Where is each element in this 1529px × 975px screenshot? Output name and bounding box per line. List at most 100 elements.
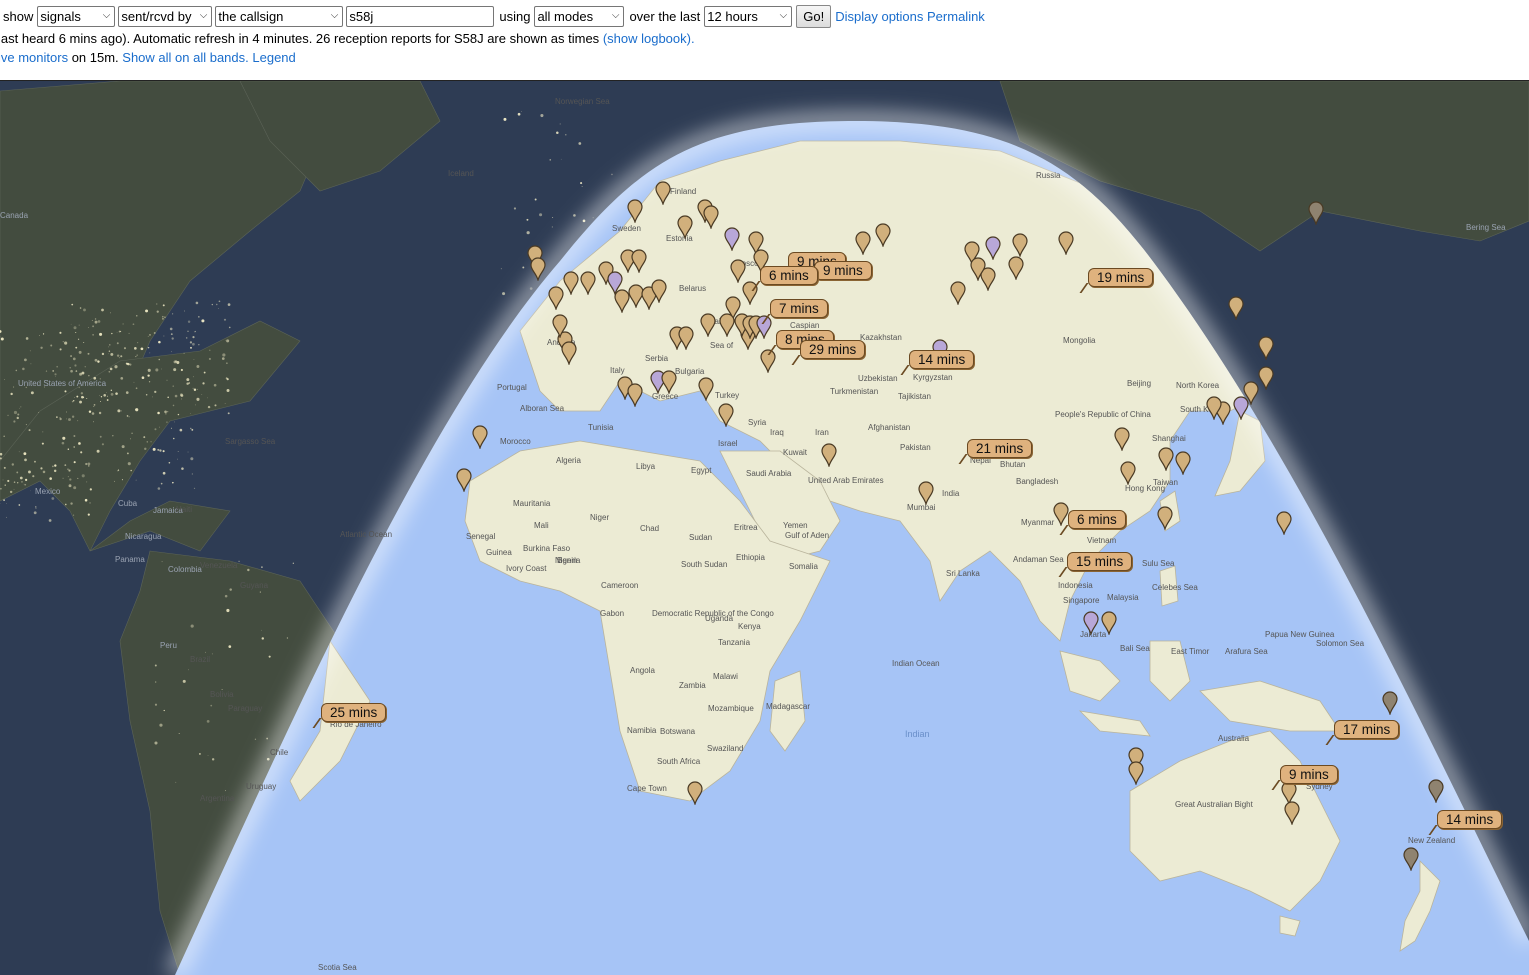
reception-pin-icon[interactable] bbox=[1083, 611, 1099, 635]
city-light bbox=[262, 637, 264, 639]
world-map[interactable]: Indian Norwegian SeaIcelandFinlandSweden… bbox=[0, 80, 1529, 975]
reception-pin-icon[interactable] bbox=[563, 271, 579, 295]
reception-pin-icon[interactable] bbox=[1157, 506, 1173, 530]
reception-pin-icon[interactable] bbox=[1158, 447, 1174, 471]
city-light bbox=[190, 457, 193, 460]
time-label[interactable]: 21 mins bbox=[967, 439, 1032, 458]
reception-pin-icon[interactable] bbox=[950, 281, 966, 305]
city-light bbox=[18, 504, 20, 506]
reception-pin-icon[interactable] bbox=[1012, 233, 1028, 257]
reception-pin-icon[interactable] bbox=[1228, 296, 1244, 320]
reception-pin-icon[interactable] bbox=[1258, 336, 1274, 360]
reception-pin-icon[interactable] bbox=[655, 181, 671, 205]
reception-pin-icon[interactable] bbox=[719, 313, 735, 337]
reception-pin-icon[interactable] bbox=[552, 314, 568, 338]
show-logbook-link[interactable]: (show logbook). bbox=[603, 31, 695, 46]
reception-pin-icon[interactable] bbox=[1284, 801, 1300, 825]
reception-pin-icon[interactable] bbox=[730, 259, 746, 283]
period-select[interactable]: 12 hours bbox=[704, 6, 792, 27]
mode-select[interactable]: all modes bbox=[534, 6, 624, 27]
reception-pin-icon[interactable] bbox=[627, 199, 643, 223]
reception-pin-icon[interactable] bbox=[1243, 381, 1259, 405]
reception-pin-icon[interactable] bbox=[472, 425, 488, 449]
time-label[interactable]: 6 mins bbox=[760, 266, 818, 285]
place-label: Eritrea bbox=[734, 523, 758, 532]
time-label[interactable]: 7 mins bbox=[770, 299, 828, 318]
reception-pin-icon[interactable] bbox=[855, 231, 871, 255]
city-light bbox=[194, 488, 195, 489]
reception-pin-icon[interactable] bbox=[1175, 451, 1191, 475]
reception-pin-icon[interactable] bbox=[1428, 779, 1444, 803]
time-label[interactable]: 17 mins bbox=[1334, 720, 1399, 739]
reception-pin-icon[interactable] bbox=[875, 223, 891, 247]
live-monitors-link[interactable]: ive monitors bbox=[0, 50, 68, 65]
reception-pin-icon[interactable] bbox=[1053, 502, 1069, 526]
city-light bbox=[194, 389, 196, 391]
reception-pin-icon[interactable] bbox=[700, 313, 716, 337]
time-label[interactable]: 14 mins bbox=[1437, 810, 1502, 829]
place-label: South Sudan bbox=[681, 560, 727, 569]
place-label: Papua New Guinea bbox=[1265, 630, 1334, 639]
reception-pin-icon[interactable] bbox=[687, 781, 703, 805]
reception-pin-icon[interactable] bbox=[456, 468, 472, 492]
reception-pin-icon[interactable] bbox=[1128, 761, 1144, 785]
what-select[interactable]: signals bbox=[37, 6, 115, 27]
city-light bbox=[197, 389, 198, 390]
direction-select[interactable]: sent/rcvd by bbox=[118, 6, 212, 27]
go-button[interactable]: Go! bbox=[796, 5, 831, 28]
reception-pin-icon[interactable] bbox=[1308, 201, 1324, 225]
callsign-input[interactable] bbox=[346, 6, 494, 27]
reception-pin-icon[interactable] bbox=[530, 257, 546, 281]
time-label[interactable]: 15 mins bbox=[1067, 552, 1132, 571]
time-label[interactable]: 9 mins bbox=[814, 261, 872, 280]
reception-pin-icon[interactable] bbox=[1403, 847, 1419, 871]
reception-pin-icon[interactable] bbox=[548, 286, 564, 310]
reception-pin-icon[interactable] bbox=[1120, 461, 1136, 485]
reception-pin-icon[interactable] bbox=[580, 271, 596, 295]
reception-pin-icon[interactable] bbox=[718, 403, 734, 427]
reception-pin-icon[interactable] bbox=[1114, 427, 1130, 451]
reception-pin-icon[interactable] bbox=[1101, 611, 1117, 635]
scope-select-wrap[interactable]: the callsign ⌵ bbox=[215, 6, 343, 27]
time-label[interactable]: 25 mins bbox=[321, 703, 386, 722]
scope-select[interactable]: the callsign bbox=[215, 6, 343, 27]
reception-pin-icon[interactable] bbox=[970, 257, 986, 281]
reception-pin-icon[interactable] bbox=[698, 377, 714, 401]
time-label[interactable]: 9 mins bbox=[1280, 765, 1338, 784]
reception-pin-icon[interactable] bbox=[821, 443, 837, 467]
what-select-wrap[interactable]: signals ⌵ bbox=[37, 6, 115, 27]
reception-pin-icon[interactable] bbox=[703, 205, 719, 229]
reception-pin-icon[interactable] bbox=[1276, 511, 1292, 535]
permalink-link[interactable]: Permalink bbox=[927, 9, 985, 24]
reception-pin-icon[interactable] bbox=[561, 341, 577, 365]
city-light bbox=[225, 790, 226, 791]
display-options-link[interactable]: Display options bbox=[835, 9, 923, 24]
city-light bbox=[97, 360, 99, 362]
map-canvas: Indian bbox=[0, 81, 1529, 975]
all-bands-link[interactable]: Show all on all bands. bbox=[122, 50, 248, 65]
reception-pin-icon[interactable] bbox=[677, 215, 693, 239]
reception-pin-icon[interactable] bbox=[1058, 231, 1074, 255]
reception-pin-icon[interactable] bbox=[985, 236, 1001, 260]
reception-pin-icon[interactable] bbox=[631, 249, 647, 273]
reception-pin-icon[interactable] bbox=[661, 370, 677, 394]
time-label[interactable]: 6 mins bbox=[1068, 510, 1126, 529]
time-label[interactable]: 14 mins bbox=[909, 350, 974, 369]
city-light bbox=[226, 362, 228, 364]
legend-link[interactable]: Legend bbox=[252, 50, 295, 65]
reception-pin-icon[interactable] bbox=[1382, 691, 1398, 715]
reception-pin-icon[interactable] bbox=[627, 383, 643, 407]
reception-pin-icon[interactable] bbox=[1258, 366, 1274, 390]
time-label[interactable]: 19 mins bbox=[1088, 268, 1153, 287]
reception-pin-icon[interactable] bbox=[651, 279, 667, 303]
place-label: Colombia bbox=[168, 565, 202, 574]
time-label[interactable]: 29 mins bbox=[800, 340, 865, 359]
reception-pin-icon[interactable] bbox=[724, 227, 740, 251]
reception-pin-icon[interactable] bbox=[1008, 256, 1024, 280]
mode-select-wrap[interactable]: all modes ⌵ bbox=[534, 6, 624, 27]
reception-pin-icon[interactable] bbox=[678, 326, 694, 350]
reception-pin-icon[interactable] bbox=[918, 481, 934, 505]
period-select-wrap[interactable]: 12 hours ⌵ bbox=[704, 6, 792, 27]
reception-pin-icon[interactable] bbox=[1206, 396, 1222, 420]
direction-select-wrap[interactable]: sent/rcvd by ⌵ bbox=[118, 6, 212, 27]
